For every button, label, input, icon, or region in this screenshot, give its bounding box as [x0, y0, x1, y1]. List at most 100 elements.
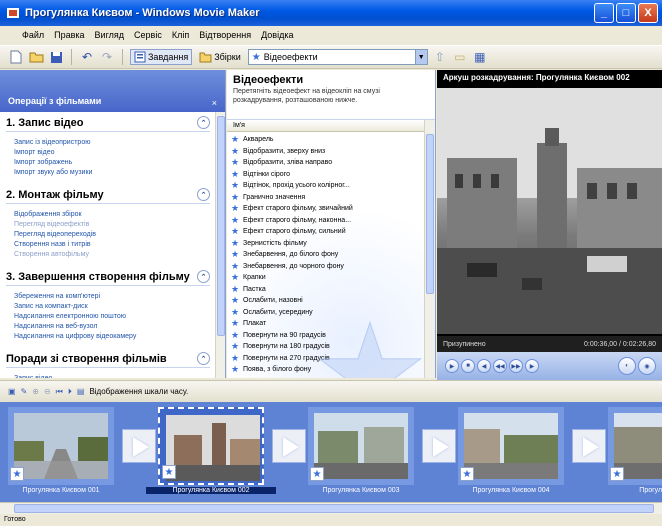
effect-item[interactable]: ★ Відтінки сірого	[231, 169, 425, 181]
menu-file[interactable]: Файл	[22, 30, 44, 40]
transition-slot[interactable]	[122, 429, 156, 463]
clip-label[interactable]: Прогулянка Києвом 001	[0, 487, 126, 494]
storyboard-scrollbar[interactable]	[0, 502, 662, 514]
effect-item[interactable]: ★ Ослабити, назовні	[231, 295, 425, 307]
menu-tools[interactable]: Сервіс	[134, 30, 162, 40]
video-effect-star-icon[interactable]: ★	[310, 467, 324, 481]
clip-label[interactable]: Прогулянка Києвом 002	[146, 487, 276, 494]
task-group-title[interactable]: Поради зі створення фільмів ⌃	[6, 348, 210, 368]
tasks-scrollbar[interactable]	[215, 112, 225, 378]
new-icon[interactable]	[8, 49, 24, 65]
collapse-icon[interactable]: ⌃	[197, 352, 210, 365]
scroll-thumb[interactable]	[217, 116, 225, 336]
effect-item[interactable]: ★ Ефект старого фільму, наконна...	[231, 215, 425, 227]
up-folder-icon[interactable]: ⇧	[432, 49, 448, 65]
close-button[interactable]: X	[638, 3, 658, 23]
menu-view[interactable]: Вигляд	[95, 30, 125, 40]
menu-clip[interactable]: Кліп	[172, 30, 189, 40]
storyboard-clip[interactable]: ★	[308, 407, 414, 489]
maximize-button[interactable]: □	[616, 3, 636, 23]
stop-icon[interactable]: ■	[461, 359, 475, 373]
clip-label[interactable]: Прогулянка...	[596, 487, 662, 494]
storyboard-clip[interactable]: ★	[608, 407, 662, 489]
forward-icon[interactable]: ▶▶	[509, 359, 523, 373]
menu-help[interactable]: Довідка	[261, 30, 293, 40]
minimize-button[interactable]: _	[594, 3, 614, 23]
task-group-title[interactable]: 1. Запис відео ⌃	[6, 112, 210, 132]
effect-item[interactable]: ★ Ефект старого фільму, звичайний	[231, 203, 425, 215]
task-link[interactable]: Відображення збірок	[14, 210, 206, 220]
redo-icon[interactable]: ↷	[99, 49, 115, 65]
play-icon[interactable]: ▶	[445, 359, 459, 373]
collections-button[interactable]: Збірки	[196, 51, 244, 64]
task-group-title[interactable]: 2. Монтаж фільму ⌃	[6, 184, 210, 204]
previous-frame-icon[interactable]: ◀	[477, 359, 491, 373]
save-icon[interactable]	[48, 49, 64, 65]
title-bar[interactable]: Прогулянка Києвом - Windows Movie Maker …	[0, 0, 662, 26]
clip-label[interactable]: Прогулянка Києвом 003	[296, 487, 426, 494]
collapse-icon[interactable]: ⌃	[197, 116, 210, 129]
effect-item[interactable]: ★ Знебарвення, до чорного фону	[231, 261, 425, 273]
effect-item[interactable]: ★ Відтінок, прохід усього колірног...	[231, 180, 425, 192]
clip-label[interactable]: Прогулянка Києвом 004	[446, 487, 576, 494]
transition-slot[interactable]	[572, 429, 606, 463]
video-effect-star-icon[interactable]: ★	[162, 465, 176, 479]
effect-item[interactable]: ★ Ефект старого фільму, сильний	[231, 226, 425, 238]
task-link[interactable]: Надсилання на веб-вузол	[14, 322, 206, 332]
play-storyboard-icon[interactable]: ⏵	[68, 387, 72, 397]
task-link[interactable]: Створення автофільму	[14, 250, 206, 260]
storyboard-clip[interactable]: ★	[8, 407, 114, 489]
effect-item[interactable]: ★ Гранично значення	[231, 192, 425, 204]
effect-item[interactable]: ★ Пастка	[231, 284, 425, 296]
new-folder-icon[interactable]: ▭	[452, 49, 468, 65]
task-link[interactable]: Надсилання електронною поштою	[14, 312, 206, 322]
timeline-icon[interactable]: ▤	[77, 387, 85, 396]
effect-item[interactable]: ★ Відобразити, зліва направо	[231, 157, 425, 169]
show-timeline-label[interactable]: Відображення шкали часу.	[89, 387, 188, 396]
effects-scrollbar[interactable]	[424, 120, 435, 378]
effect-item[interactable]: ★ Крапки	[231, 272, 425, 284]
snapshot-icon[interactable]: ◉	[638, 357, 656, 375]
rewind-icon[interactable]: ◀◀	[493, 359, 507, 373]
chevron-down-icon[interactable]: ▼	[414, 50, 427, 64]
task-link[interactable]: Створення назв і титрів	[14, 240, 206, 250]
transition-slot[interactable]	[272, 429, 306, 463]
task-link[interactable]: Імпорт звуку або музики	[14, 168, 206, 178]
audio-levels-icon[interactable]: ✎	[21, 387, 28, 396]
task-link[interactable]: Запис відео	[14, 374, 206, 378]
column-header-name[interactable]: Ім'я	[227, 120, 435, 132]
effect-item[interactable]: ★ Відобразити, зверху вниз	[231, 146, 425, 158]
video-effect-star-icon[interactable]: ★	[10, 467, 24, 481]
menu-edit[interactable]: Правка	[54, 30, 84, 40]
tasks-button[interactable]: Завдання	[130, 49, 193, 65]
scroll-thumb[interactable]	[14, 504, 654, 513]
zoom-in-icon[interactable]: ⊕	[32, 387, 39, 396]
narrate-icon[interactable]: ▣	[8, 387, 16, 396]
video-effect-star-icon[interactable]: ★	[460, 467, 474, 481]
effect-item[interactable]: ★ Акварель	[231, 134, 425, 146]
views-icon[interactable]: ▦	[472, 49, 488, 65]
storyboard-clip[interactable]: ★	[158, 407, 264, 489]
menu-playback[interactable]: Відтворення	[199, 30, 251, 40]
transition-slot[interactable]	[422, 429, 456, 463]
effect-item[interactable]: ★ Зернистість фільму	[231, 238, 425, 250]
task-link[interactable]: Запис із відеопристрою	[14, 138, 206, 148]
undo-icon[interactable]: ↶	[79, 49, 95, 65]
task-link[interactable]: Перегляд відеопереходів	[14, 230, 206, 240]
close-icon[interactable]: ×	[212, 98, 217, 108]
collection-select[interactable]: ★ Відеоефекти ▼	[247, 49, 428, 65]
collapse-icon[interactable]: ⌃	[197, 188, 210, 201]
scroll-thumb[interactable]	[426, 134, 434, 294]
task-link[interactable]: Збереження на комп'ютері	[14, 292, 206, 302]
split-icon[interactable]: ◐	[618, 357, 636, 375]
collapse-icon[interactable]: ⌃	[197, 270, 210, 283]
effect-item[interactable]: ★ Знебарвення, до білого фону	[231, 249, 425, 261]
task-link[interactable]: Надсилання на цифрову відеокамеру	[14, 332, 206, 342]
task-group-title[interactable]: 3. Завершення створення фільму ⌃	[6, 266, 210, 286]
video-effect-star-icon[interactable]: ★	[610, 467, 624, 481]
storyboard-clip[interactable]: ★	[458, 407, 564, 489]
zoom-out-icon[interactable]: ⊖	[44, 387, 51, 396]
rewind-storyboard-icon[interactable]: ⏮	[56, 387, 63, 397]
task-link[interactable]: Запис на компакт-диск	[14, 302, 206, 312]
task-link[interactable]: Імпорт відео	[14, 148, 206, 158]
